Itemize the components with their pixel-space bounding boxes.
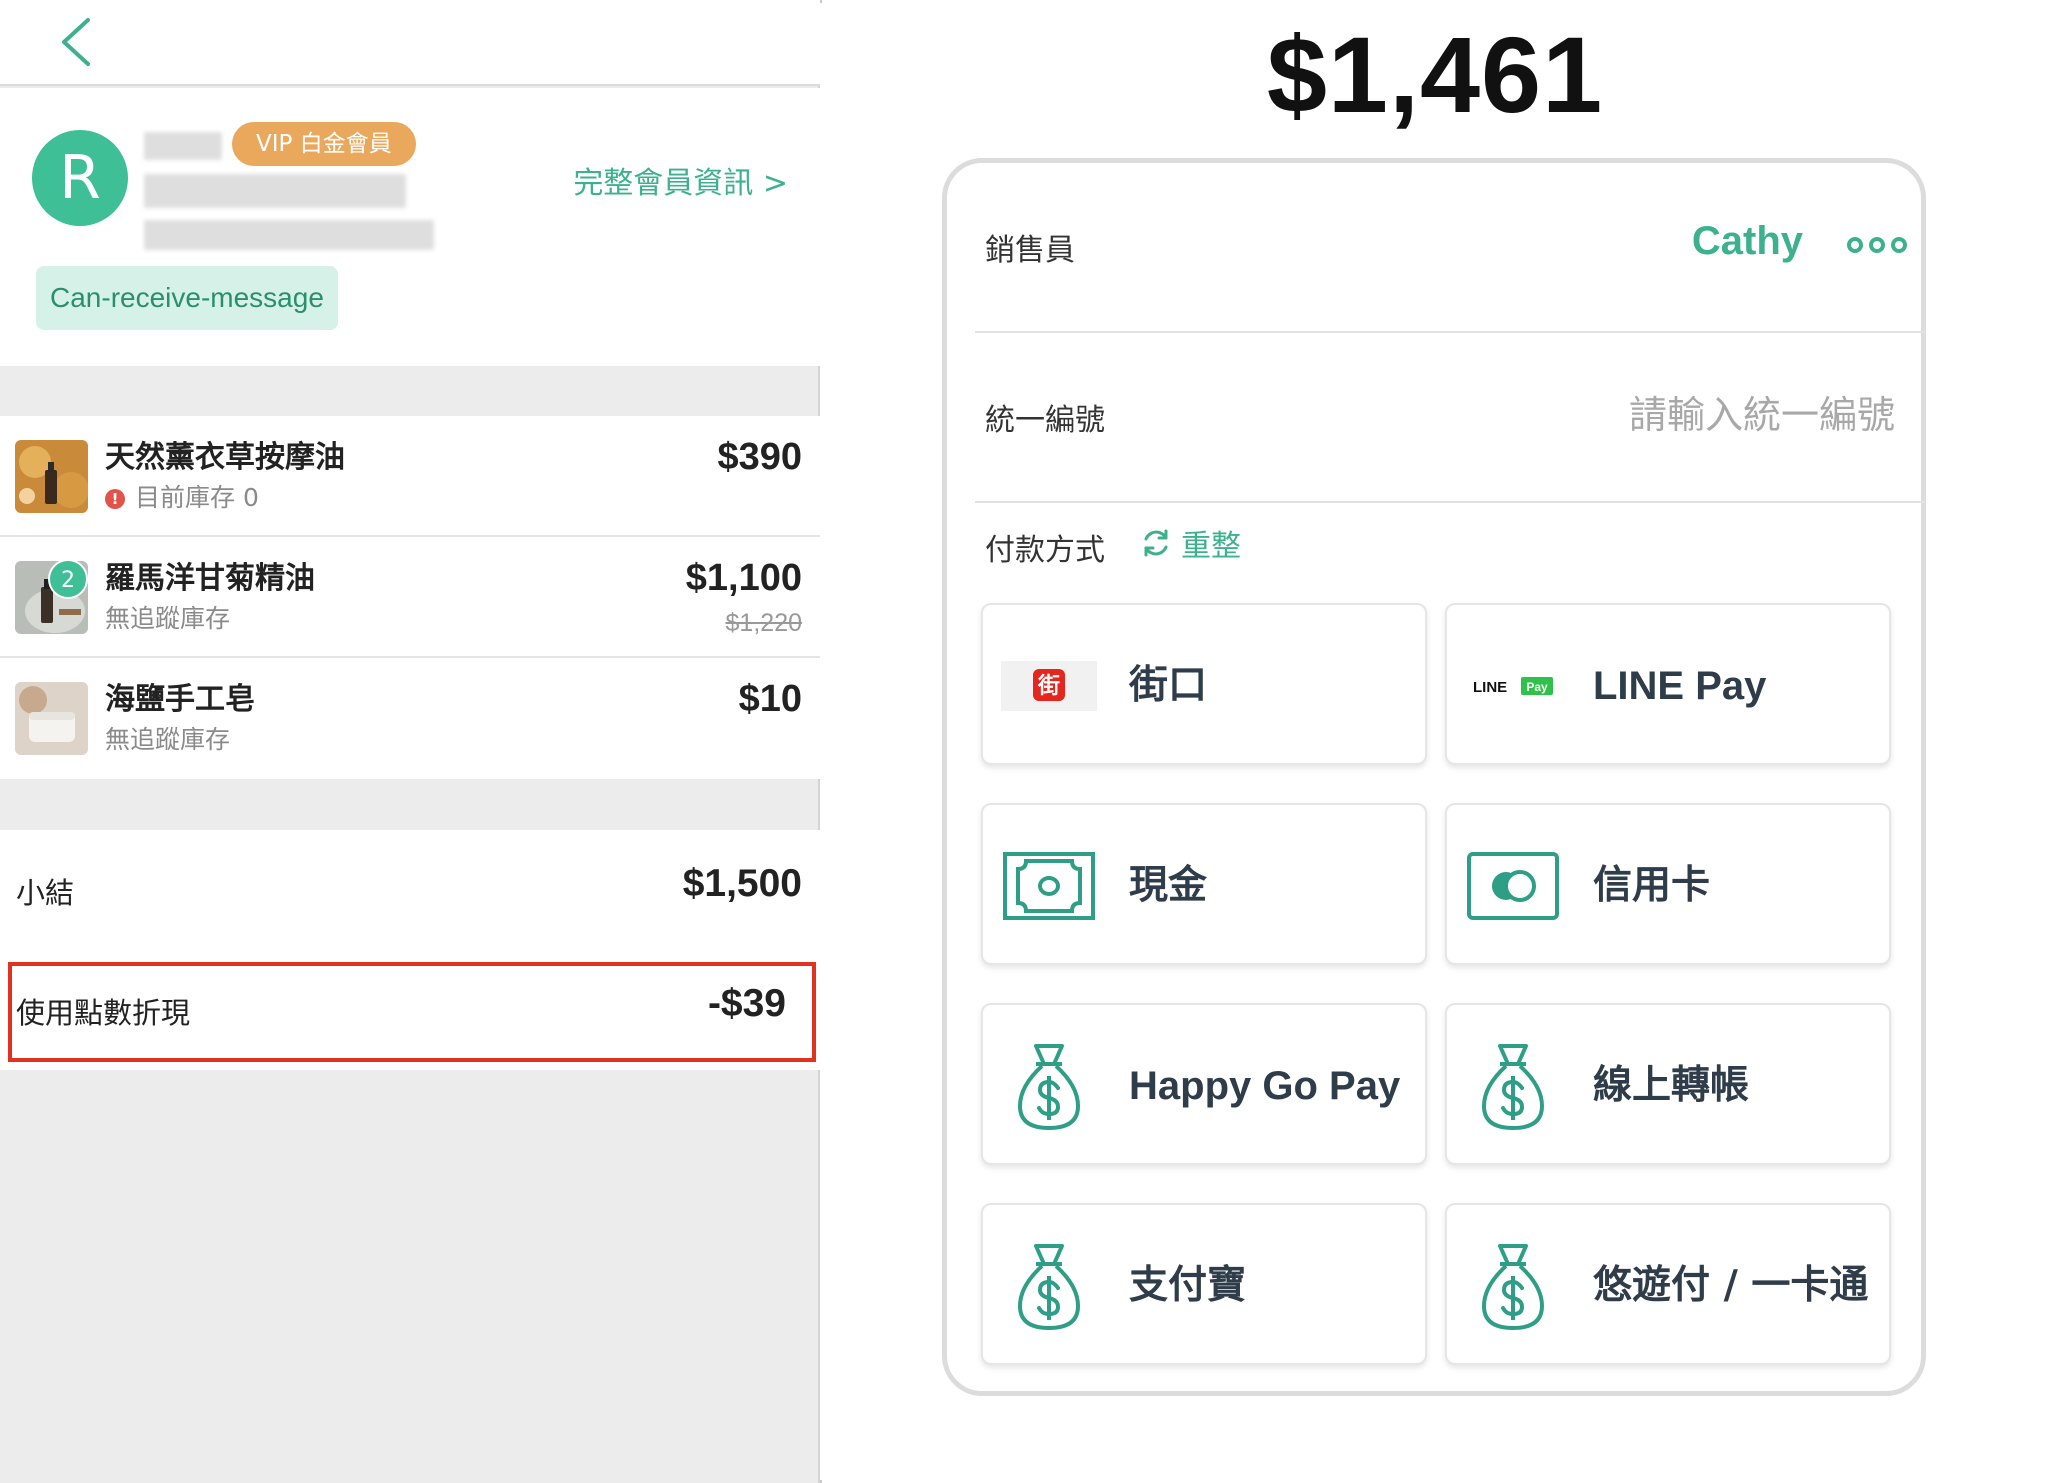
- payment-label: 線上轉帳: [1593, 1063, 1750, 1108]
- item-price: $390: [717, 436, 802, 478]
- redacted-name: [144, 132, 222, 160]
- payment-alipay-button[interactable]: 支付寶: [981, 1203, 1427, 1365]
- payment-label: 悠遊付 / 一卡通: [1593, 1263, 1869, 1308]
- payment-online-transfer-button[interactable]: 線上轉帳: [1445, 1003, 1891, 1165]
- item-price: $1,100: [685, 557, 802, 599]
- refresh-icon: [1144, 529, 1168, 557]
- checkout-panel: $1,461 銷售員 Cathy 統一編號 付款方式 重整: [822, 0, 2048, 1483]
- payment-jkopay-button[interactable]: 街 街口: [981, 603, 1427, 765]
- money-bag-icon: [1001, 1041, 1097, 1131]
- credit-card-icon: [1465, 841, 1561, 931]
- payment-easywallet-ipass-button[interactable]: 悠遊付 / 一卡通: [1445, 1203, 1891, 1365]
- tax-id-input[interactable]: [1455, 385, 1895, 445]
- reset-button[interactable]: 重整: [1139, 521, 1241, 565]
- order-panel: R VIP 白金會員 完整會員資訊 > Can-receive-message …: [0, 0, 820, 1483]
- cart-item[interactable]: 2 羅馬洋甘菊精油 無追蹤庫存 $1,100 $1,220: [0, 537, 820, 658]
- payment-cash-button[interactable]: 現金: [981, 803, 1427, 965]
- more-dots-icon[interactable]: [1847, 235, 1907, 255]
- money-bag-icon: [1465, 1241, 1561, 1331]
- cart-item[interactable]: 天然薰衣草按摩油 ! 目前庫存 0 $390: [0, 416, 820, 537]
- money-bag-icon: [1465, 1041, 1561, 1131]
- money-bag-icon: [1001, 1241, 1097, 1331]
- item-original-price: $1,220: [725, 609, 802, 637]
- member-profile-link[interactable]: 完整會員資訊 >: [573, 158, 788, 202]
- jkopay-logo-text: 街: [1037, 673, 1060, 699]
- subtotal-row: 小結 $1,500: [0, 830, 820, 950]
- payment-method-title: 付款方式: [985, 533, 1105, 568]
- product-thumbnail: [15, 440, 88, 513]
- cart-item[interactable]: 海鹽手工皂 無追蹤庫存 $10: [0, 658, 820, 779]
- member-tag: Can-receive-message: [36, 266, 338, 330]
- quantity-badge: 2: [48, 559, 88, 599]
- line-pay-logo-line-text: LINE: [1473, 679, 1507, 696]
- item-stock: ! 目前庫存 0: [105, 478, 259, 514]
- payment-linepay-button[interactable]: LINE Pay LINE Pay: [1445, 603, 1891, 765]
- item-stock: 無追蹤庫存: [105, 725, 231, 754]
- item-stock: 無追蹤庫存: [105, 604, 231, 633]
- subtotal-label: 小結: [16, 876, 75, 910]
- redacted-phone: [144, 174, 406, 208]
- cash-icon: [1001, 841, 1097, 931]
- payment-credit-card-button[interactable]: 信用卡: [1445, 803, 1891, 965]
- item-name: 海鹽手工皂: [105, 682, 255, 717]
- total-amount: $1,461: [1266, 14, 1604, 135]
- salesperson-value[interactable]: Cathy: [1692, 219, 1803, 264]
- subtotal-value: $1,500: [682, 862, 802, 905]
- item-stock-text: 目前庫存 0: [135, 483, 259, 512]
- tax-id-row: 統一編號: [975, 333, 1925, 503]
- line-pay-logo-pay-text: Pay: [1526, 680, 1548, 694]
- jkopay-logo-icon: 街: [1001, 641, 1097, 731]
- alert-icon: !: [105, 489, 125, 509]
- reset-label: 重整: [1181, 529, 1241, 564]
- item-name: 天然薰衣草按摩油: [105, 440, 345, 475]
- highlight-box: [8, 962, 816, 1062]
- salesperson-row: 銷售員 Cathy: [975, 163, 1925, 333]
- vip-badge: VIP 白金會員: [232, 122, 416, 166]
- item-price: $10: [738, 678, 802, 720]
- back-chevron-icon[interactable]: [52, 12, 102, 72]
- payment-label: 街口: [1129, 663, 1208, 708]
- tax-id-label: 統一編號: [985, 403, 1105, 438]
- member-card: R VIP 白金會員 完整會員資訊 > Can-receive-message: [0, 88, 820, 366]
- product-thumbnail: [15, 682, 88, 755]
- cart-item-list: 天然薰衣草按摩油 ! 目前庫存 0 $390 2 羅馬洋甘菊精油 無追蹤庫存 $1…: [0, 416, 820, 779]
- line-pay-logo-icon: LINE Pay: [1465, 641, 1561, 731]
- payment-label: 支付寶: [1129, 1263, 1247, 1308]
- redacted-email: [144, 220, 434, 250]
- payment-label: 信用卡: [1593, 863, 1711, 908]
- checkout-card: 銷售員 Cathy 統一編號 付款方式 重整: [942, 158, 1926, 1396]
- salesperson-label: 銷售員: [985, 233, 1075, 268]
- payment-label: Happy Go Pay: [1129, 1064, 1401, 1108]
- top-bar: [0, 0, 820, 86]
- payment-label: 現金: [1129, 863, 1208, 908]
- payment-happygo-button[interactable]: Happy Go Pay: [981, 1003, 1427, 1165]
- payment-label: LINE Pay: [1593, 664, 1767, 708]
- avatar: R: [32, 130, 128, 226]
- item-name: 羅馬洋甘菊精油: [105, 561, 315, 596]
